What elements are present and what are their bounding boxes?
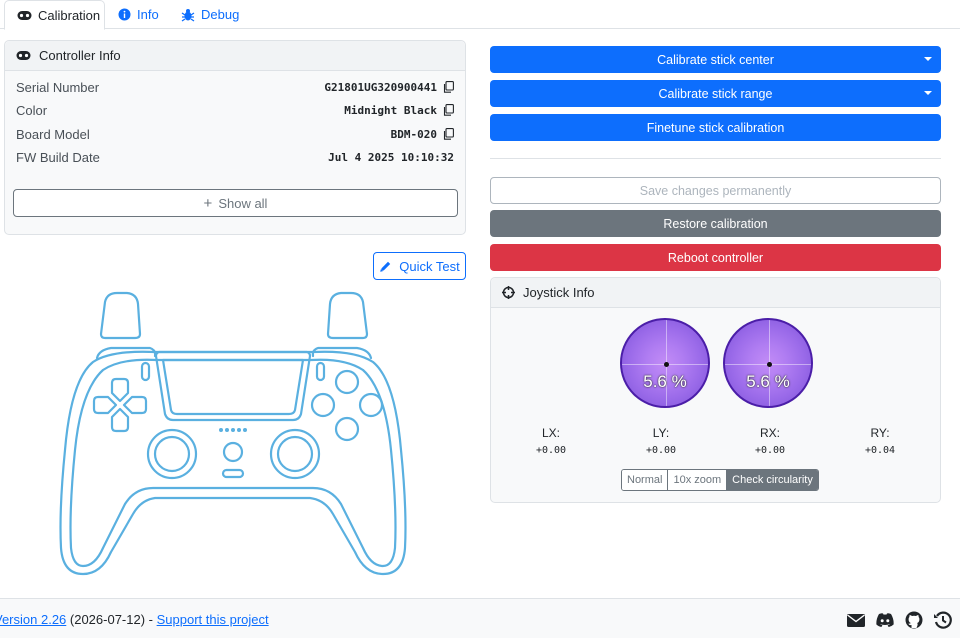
axis-label: RX: (759, 426, 780, 440)
pencil-icon (380, 261, 391, 272)
axis-lx: LX: +0.00 (521, 426, 581, 456)
info-row-color: Color Midnight Black (16, 100, 454, 120)
right-trigger (326, 291, 369, 340)
zoom-mode-group: Normal 10x zoom Check circularity (621, 469, 819, 491)
info-icon (118, 8, 131, 21)
button-label: Save changes permanently (639, 183, 792, 198)
zoom-10x-button[interactable]: 10x zoom (668, 470, 728, 490)
button-label: Calibrate stick center (657, 52, 774, 67)
info-value: Jul 4 2025 10:10:32 (328, 150, 454, 164)
left-stick-percent: 5.6 % (643, 372, 687, 391)
axis-rx: RX: +0.00 (740, 426, 800, 456)
axis-label: LX: (541, 426, 560, 440)
card-title: Joystick Info (523, 285, 595, 300)
crosshair-icon (502, 286, 515, 299)
right-stick-position (767, 362, 772, 367)
github-icon[interactable] (904, 611, 924, 629)
finetune-button[interactable]: Finetune stick calibration (490, 114, 941, 141)
axis-ry: RY: +0.04 (850, 426, 910, 456)
axis-value: +0.04 (864, 445, 896, 456)
history-icon[interactable] (933, 611, 953, 629)
tab-calibration[interactable]: Calibration (4, 0, 105, 30)
ps-button (222, 441, 244, 463)
right-stick-percent: 5.6 % (746, 372, 790, 391)
joystick-info-card: Joystick Info 5.6 % 5.6 % LX: +0.00 LY: … (490, 277, 941, 503)
check-circularity-button[interactable]: Check circularity (727, 470, 818, 490)
controller-illustration (59, 291, 407, 576)
info-row-fw-build-date: FW Build Date Jul 4 2025 10:10:32 (16, 147, 454, 167)
version-link[interactable]: Version 2.26 (0, 612, 66, 627)
tab-info[interactable]: Info (106, 0, 171, 29)
bug-icon (181, 8, 195, 22)
footer: Version 2.26 (2026-07-12) - Support this… (0, 598, 960, 638)
dpad-down (110, 407, 130, 433)
tab-debug[interactable]: Debug (169, 0, 251, 29)
info-value: G21801UG320900441 (324, 80, 437, 94)
triangle-button (334, 369, 360, 395)
zoom-normal-button[interactable]: Normal (622, 470, 669, 490)
left-stick-plot: 5.6 % (620, 318, 710, 408)
divider (490, 158, 941, 159)
restore-calibration-button[interactable]: Restore calibration (490, 210, 941, 237)
tab-label: Debug (201, 7, 240, 22)
info-label: Serial Number (16, 79, 100, 95)
caret-down-icon (924, 57, 932, 61)
quick-test-label: Quick Test (399, 258, 460, 274)
show-all-label: Show all (218, 195, 268, 211)
square-button (310, 392, 336, 418)
dpad-left (92, 395, 118, 415)
controller-info-card: Controller Info Serial Number G21801UG32… (4, 40, 466, 235)
touchpad (154, 350, 312, 422)
right-stick-plot: 5.6 % (723, 318, 813, 408)
info-row-board-model: Board Model BDM-020 (16, 124, 454, 144)
mute-button (221, 468, 245, 479)
info-label: FW Build Date (16, 149, 100, 165)
footer-text: Version 2.26 (2026-07-12) - Support this… (0, 612, 269, 627)
tab-label: Calibration (38, 7, 101, 23)
quick-test-button[interactable]: Quick Test (373, 252, 466, 280)
button-label: Restore calibration (663, 216, 768, 231)
gamepad-icon (16, 51, 31, 60)
calibrate-range-button[interactable]: Calibrate stick range (490, 80, 941, 107)
cross-button (334, 416, 360, 442)
discord-icon[interactable] (875, 611, 895, 629)
axis-ly: LY: +0.00 (631, 426, 691, 456)
axis-value: +0.00 (535, 445, 567, 456)
button-label: Reboot controller (667, 250, 764, 265)
card-title: Controller Info (39, 48, 121, 63)
info-value: BDM-020 (390, 127, 437, 141)
calibrate-center-button[interactable]: Calibrate stick center (490, 46, 941, 73)
button-label: Finetune stick calibration (646, 120, 785, 135)
axis-value: +0.00 (754, 445, 786, 456)
axis-label: LY: (652, 426, 670, 440)
tab-bar: Calibration Info Debug (0, 0, 960, 30)
copy-icon[interactable] (443, 81, 454, 93)
gamepad-icon (17, 10, 32, 20)
circle-button (358, 392, 384, 418)
show-all-button[interactable]: + Show all (13, 189, 458, 217)
info-row-serial: Serial Number G21801UG320900441 (16, 77, 454, 97)
axis-value: +0.00 (645, 445, 677, 456)
dpad-up (110, 377, 130, 403)
dpad-right (122, 395, 148, 415)
left-trigger (99, 291, 142, 340)
copy-icon[interactable] (443, 104, 454, 116)
controller-info-header: Controller Info (5, 41, 465, 71)
info-label: Color (16, 102, 48, 118)
reboot-controller-button[interactable]: Reboot controller (490, 244, 941, 271)
caret-down-icon (924, 91, 932, 95)
envelope-icon[interactable] (846, 611, 866, 629)
tab-label: Info (137, 7, 159, 22)
left-stick-position (664, 362, 669, 367)
copy-icon[interactable] (443, 128, 454, 140)
axis-label: RY: (870, 426, 890, 440)
plus-icon: + (203, 194, 213, 212)
support-link[interactable]: Support this project (157, 612, 269, 627)
info-label: Board Model (16, 126, 90, 142)
joystick-info-header: Joystick Info (491, 278, 940, 308)
save-permanently-button[interactable]: Save changes permanently (490, 177, 941, 204)
info-value: Midnight Black (344, 103, 437, 117)
version-date: (2026-07-12) - (66, 612, 157, 627)
button-label: Calibrate stick range (658, 86, 773, 101)
